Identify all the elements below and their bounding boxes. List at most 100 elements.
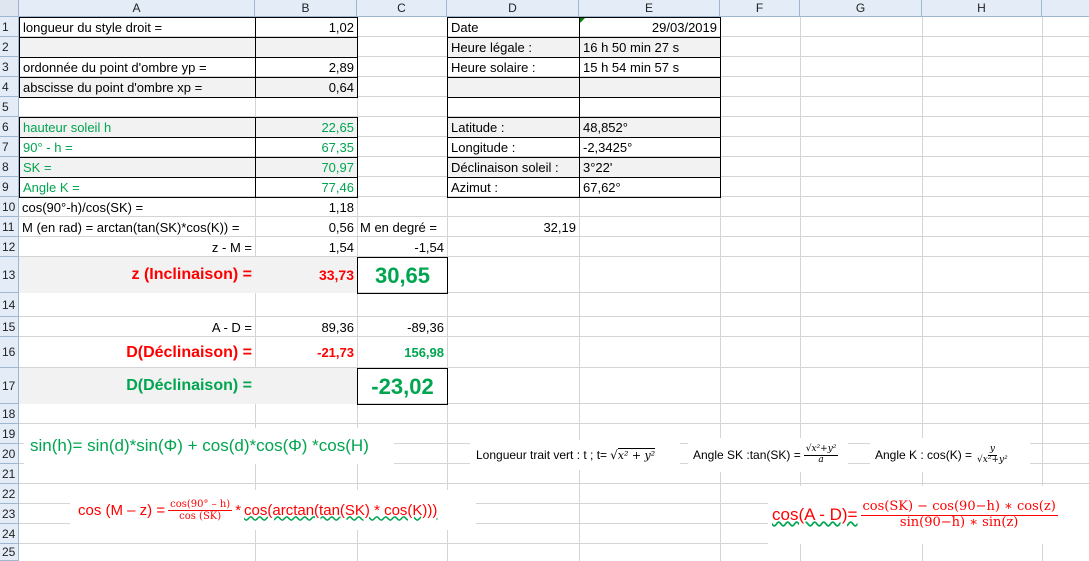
row-header-12[interactable]: 12: [0, 237, 19, 257]
row-header-23[interactable]: 23: [0, 504, 19, 524]
formula-angle-k[interactable]: Angle K : cos(K) = y √x²+y²: [870, 438, 1030, 472]
row-header-7[interactable]: 7: [0, 137, 19, 157]
column-header-h[interactable]: H: [922, 0, 1042, 17]
cell-b8[interactable]: 70,97: [255, 157, 358, 178]
row-header-13[interactable]: 13: [0, 257, 19, 293]
cell-e6[interactable]: 48,852°: [579, 117, 721, 138]
row-header-3[interactable]: 3: [0, 57, 19, 77]
select-all-corner[interactable]: [0, 0, 19, 17]
row-header-2[interactable]: 2: [0, 37, 19, 57]
row-header-14[interactable]: 14: [0, 293, 19, 317]
formula-cos-m-z[interactable]: cos (M – z) = cos(90° – h) cos (SK) * co…: [70, 490, 476, 530]
row-header-11[interactable]: 11: [0, 217, 19, 237]
formula-angle-sk[interactable]: Angle SK :tan(SK) = √x²+y² a: [688, 438, 848, 472]
cell-a9[interactable]: Angle K =: [19, 177, 256, 198]
cell-c12[interactable]: -1,54: [357, 237, 447, 257]
cell-a15[interactable]: A - D =: [19, 317, 255, 337]
cell-d8[interactable]: Déclinaison soleil :: [447, 157, 580, 178]
cell-a13[interactable]: z (Inclinaison) =: [19, 257, 255, 293]
cell-c13[interactable]: 30,65: [357, 257, 448, 294]
cell-b13[interactable]: 33,73: [255, 257, 357, 293]
column-header-a[interactable]: A: [19, 0, 255, 17]
row-header-9[interactable]: 9: [0, 177, 19, 197]
cell-b11[interactable]: 0,56: [255, 217, 357, 237]
row-header-22[interactable]: 22: [0, 484, 19, 504]
cell-a8[interactable]: SK =: [19, 157, 256, 178]
cell-a4[interactable]: abscisse du point d'ombre xp =: [19, 77, 256, 98]
formula-sk-num: x²+y²: [811, 443, 837, 454]
cell-a11[interactable]: M (en rad) = arctan(tan(SK)*cos(K)) =: [19, 217, 255, 237]
row-header-20[interactable]: 20: [0, 444, 19, 464]
cell-a7[interactable]: 90° - h =: [19, 137, 256, 158]
cell-b9[interactable]: 77,46: [255, 177, 358, 198]
cell-a16[interactable]: D(Déclinaison) =: [19, 337, 255, 368]
row-header-6[interactable]: 6: [0, 117, 19, 137]
cell-c16[interactable]: 156,98: [357, 337, 447, 368]
cell-e4[interactable]: [579, 77, 721, 98]
column-header-e[interactable]: E: [579, 0, 720, 17]
formula-cosad-left: cos(A - D)=: [772, 505, 858, 524]
cell-c15[interactable]: -89,36: [357, 317, 447, 337]
column-header-f[interactable]: F: [720, 0, 800, 17]
row-header-10[interactable]: 10: [0, 197, 19, 217]
column-header-d[interactable]: D: [447, 0, 579, 17]
cell-b10[interactable]: 1,18: [255, 197, 357, 217]
cell-e1[interactable]: 29/03/2019: [579, 17, 721, 38]
row-header-18[interactable]: 18: [0, 404, 19, 424]
cell-a12[interactable]: z - M =: [19, 237, 255, 257]
cell-b16[interactable]: -21,73: [255, 337, 357, 368]
row-header-4[interactable]: 4: [0, 77, 19, 97]
cell-e9[interactable]: 67,62°: [579, 177, 721, 198]
cell-d11[interactable]: 32,19: [447, 217, 579, 237]
formula-trait-vert[interactable]: Longueur trait vert : t ; t= √ x² + y²: [470, 440, 680, 470]
cell-d4[interactable]: [447, 77, 580, 98]
cell-a3[interactable]: ordonnée du point d'ombre yp =: [19, 57, 256, 78]
cell-b2[interactable]: [255, 37, 358, 58]
column-header-next[interactable]: [1042, 0, 1089, 17]
cell-b1[interactable]: 1,02: [255, 17, 358, 38]
cell-d3[interactable]: Heure solaire :: [447, 57, 580, 78]
row-header-19[interactable]: 19: [0, 424, 19, 444]
row-header-16[interactable]: 16: [0, 337, 19, 368]
cell-c11[interactable]: M en degré =: [357, 217, 447, 237]
formula-cos-a-d[interactable]: cos(A - D)= cos(SK) − cos(90−h) ∗ cos(z)…: [768, 486, 1089, 544]
cell-a10[interactable]: cos(90°-h)/cos(SK) =: [19, 197, 255, 217]
cell-b12[interactable]: 1,54: [255, 237, 357, 257]
cell-d6[interactable]: Latitude :: [447, 117, 580, 138]
cell-b4[interactable]: 0,64: [255, 77, 358, 98]
row-header-1[interactable]: 1: [0, 17, 19, 37]
cell-b17[interactable]: [255, 368, 357, 404]
row-header-8[interactable]: 8: [0, 157, 19, 177]
cell-e7[interactable]: -2,3425°: [579, 137, 721, 158]
row-header-5[interactable]: 5: [0, 97, 19, 117]
cell-b3[interactable]: 2,89: [255, 57, 358, 78]
cell-e5[interactable]: [579, 97, 721, 118]
row-header-15[interactable]: 15: [0, 317, 19, 337]
cell-a2[interactable]: [19, 37, 256, 58]
column-header-c[interactable]: C: [357, 0, 447, 17]
spreadsheet[interactable]: A B C D E F G H 1 2 3 4 5 6 7 8 9 10 11 …: [0, 0, 1089, 561]
cell-a17[interactable]: D(Déclinaison) =: [19, 368, 255, 404]
formula-sin-h[interactable]: sin(h)= sin(d)*sin(Φ) + cos(d)*cos(Φ) *c…: [24, 428, 394, 464]
cell-d9[interactable]: Azimut :: [447, 177, 580, 198]
cell-d1[interactable]: Date: [447, 17, 580, 38]
cell-d7[interactable]: Longitude :: [447, 137, 580, 158]
row-header-21[interactable]: 21: [0, 464, 19, 484]
row-header-24[interactable]: 24: [0, 524, 19, 544]
cell-e3[interactable]: 15 h 54 min 57 s: [579, 57, 721, 78]
cell-c17[interactable]: -23,02: [357, 368, 448, 405]
column-header-b[interactable]: B: [255, 0, 357, 17]
cell-a1[interactable]: longueur du style droit =: [19, 17, 256, 38]
cell-b7[interactable]: 67,35: [255, 137, 358, 158]
cell-e2[interactable]: 16 h 50 min 27 s: [579, 37, 721, 58]
cell-e8[interactable]: 3°22': [579, 157, 721, 178]
formula-cosmz-right: cos(arctan(tan(SK) * cos(K))): [244, 501, 438, 519]
cell-b15[interactable]: 89,36: [255, 317, 357, 337]
column-header-g[interactable]: G: [800, 0, 922, 17]
cell-d2[interactable]: Heure légale :: [447, 37, 580, 58]
row-header-17[interactable]: 17: [0, 368, 19, 404]
cell-d5[interactable]: [447, 97, 580, 118]
cell-b6[interactable]: 22,65: [255, 117, 358, 138]
cell-a6[interactable]: hauteur soleil h: [19, 117, 256, 138]
row-header-25[interactable]: 25: [0, 544, 19, 561]
